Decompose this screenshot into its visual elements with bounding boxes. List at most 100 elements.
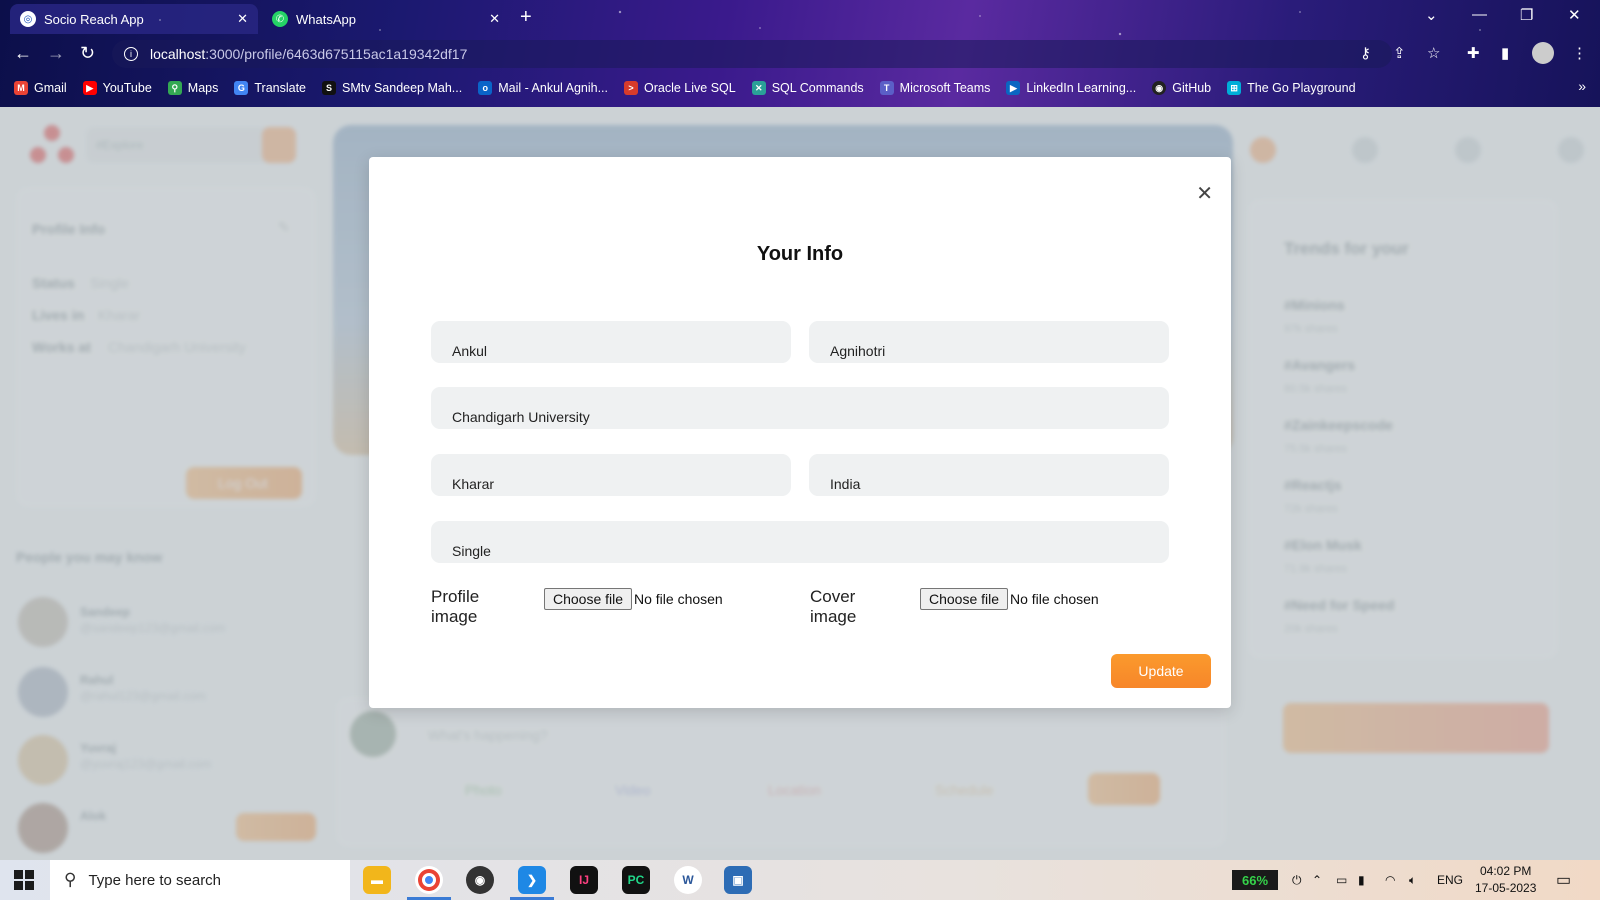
- tab-whatsapp[interactable]: ✆ WhatsApp ✕: [262, 4, 510, 34]
- bookmark-smtv[interactable]: S SMtv Sandeep Mah...: [322, 81, 462, 95]
- works-at-input[interactable]: [431, 387, 1169, 429]
- bookmark-label: YouTube: [102, 81, 152, 95]
- bookmark-oracle[interactable]: > Oracle Live SQL: [624, 81, 736, 95]
- search-icon: ⚲: [64, 870, 77, 889]
- translate-icon: G: [234, 81, 249, 95]
- clock-time: 04:02 PM: [1480, 864, 1532, 878]
- profile-image-label: Profile image: [431, 587, 480, 626]
- back-button[interactable]: ←: [14, 43, 32, 64]
- forward-button[interactable]: →: [47, 43, 65, 64]
- reload-button[interactable]: ↻: [80, 43, 95, 64]
- url-path: :3000/profile/6463d675115ac1a19342df17: [205, 46, 468, 62]
- globe-icon: ◎: [20, 11, 36, 27]
- browser-chrome: ◎ Socio Reach App ✕ ✆ WhatsApp ✕ + ⌄ — ❐…: [0, 0, 1600, 107]
- taskbar-search-box[interactable]: ⚲ Type here to search: [50, 860, 350, 900]
- bookmark-label: SMtv Sandeep Mah...: [342, 81, 463, 95]
- power-plug-icon: ⏻: [1292, 872, 1302, 887]
- chrome-icon[interactable]: [415, 866, 443, 894]
- virtualbox-icon[interactable]: ▣: [724, 866, 752, 894]
- tab-socio-reach[interactable]: ◎ Socio Reach App ✕: [10, 4, 258, 34]
- clock-date: 17-05-2023: [1475, 881, 1537, 895]
- notification-center-icon[interactable]: ▭: [1556, 860, 1571, 900]
- bookmark-gmail[interactable]: M Gmail: [14, 81, 67, 95]
- bookmark-sql[interactable]: ✕ SQL Commands: [751, 81, 864, 95]
- bookmark-youtube[interactable]: ▶ YouTube: [82, 81, 152, 95]
- more-bookmarks-icon[interactable]: »: [1578, 78, 1586, 94]
- bookmark-label: The Go Playground: [1247, 81, 1356, 95]
- wifi-icon[interactable]: ◠: [1385, 860, 1395, 900]
- sql-icon: ✕: [751, 81, 766, 95]
- word-icon[interactable]: W: [674, 866, 702, 894]
- youtube-icon: ▶: [82, 81, 97, 95]
- modal-title: Your Info: [756, 243, 844, 265]
- bookmark-label: Oracle Live SQL: [644, 81, 736, 95]
- bookmark-label: GitHub: [1172, 81, 1212, 95]
- profile-image-file-status: No file chosen: [634, 591, 723, 607]
- bookmark-teams[interactable]: T Microsoft Teams: [879, 81, 991, 95]
- password-key-icon[interactable]: ⚷: [1360, 44, 1371, 62]
- bookmark-mail[interactable]: o Mail - Ankul Agnih...: [478, 81, 608, 95]
- oracle-icon: >: [624, 81, 638, 95]
- minimize-button[interactable]: —: [1472, 6, 1487, 23]
- gmail-icon: M: [14, 81, 28, 95]
- profile-avatar-icon[interactable]: [1532, 42, 1554, 64]
- tab-strip: ◎ Socio Reach App ✕ ✆ WhatsApp ✕ + ⌄ — ❐…: [0, 0, 1600, 34]
- update-button[interactable]: Update: [1111, 654, 1211, 688]
- restore-button[interactable]: ❐: [1520, 6, 1533, 24]
- maps-icon: ⚲: [167, 81, 182, 95]
- tab-title: Socio Reach App: [44, 11, 144, 27]
- relationship-input[interactable]: [431, 521, 1169, 563]
- chevron-up-icon[interactable]: ⌃: [1312, 860, 1322, 900]
- bookmark-label: SQL Commands: [771, 81, 864, 95]
- tab-title: WhatsApp: [296, 11, 356, 27]
- your-info-modal: ✕ Your Info Profile image Choose file No…: [369, 157, 1231, 708]
- go-icon: ⊞: [1227, 81, 1242, 95]
- battery-indicator[interactable]: 66%: [1232, 870, 1278, 890]
- battery-icon[interactable]: ▮: [1358, 860, 1365, 900]
- bookmark-label: Maps: [187, 81, 219, 95]
- bookmark-translate[interactable]: G Translate: [234, 81, 306, 95]
- bookmark-label: Microsoft Teams: [899, 81, 991, 95]
- linkedin-icon: ▶: [1006, 81, 1021, 95]
- vscode-icon[interactable]: ❯: [518, 866, 546, 894]
- intellij-icon[interactable]: IJ: [570, 866, 598, 894]
- bookmark-maps[interactable]: ⚲ Maps: [167, 81, 219, 95]
- cover-image-file-status: No file chosen: [1010, 591, 1099, 607]
- close-window-button[interactable]: ✕: [1568, 6, 1581, 24]
- country-input[interactable]: [809, 454, 1169, 496]
- profile-image-choose-file-button[interactable]: Choose file: [544, 588, 633, 610]
- new-tab-button[interactable]: +: [520, 6, 532, 29]
- pycharm-icon[interactable]: PC: [622, 866, 650, 894]
- cover-image-label: Cover image: [810, 587, 857, 626]
- bookmark-linkedin[interactable]: ▶ LinkedIn Learning...: [1006, 81, 1136, 95]
- file-explorer-icon[interactable]: ▬: [363, 866, 391, 894]
- bookmark-star-icon[interactable]: ☆: [1427, 44, 1440, 62]
- extensions-icon[interactable]: ✚: [1467, 44, 1480, 62]
- close-tab-icon[interactable]: ✕: [237, 11, 248, 27]
- close-tab-icon[interactable]: ✕: [489, 11, 500, 27]
- device-icon[interactable]: ▭: [1336, 860, 1347, 900]
- bookmark-github[interactable]: ◉ GitHub: [1152, 81, 1211, 95]
- volume-icon[interactable]: 🔈︎: [1409, 860, 1416, 900]
- url-host: localhost: [150, 46, 206, 62]
- smtv-icon: S: [322, 81, 337, 95]
- media-player-icon[interactable]: ◉: [466, 866, 494, 894]
- first-name-input[interactable]: [431, 321, 791, 363]
- windows-start-icon[interactable]: [14, 870, 34, 890]
- address-bar[interactable]: i localhost:3000/profile/6463d675115ac1a…: [112, 40, 1392, 68]
- tab-search-icon[interactable]: ⌄: [1425, 6, 1438, 24]
- site-info-icon[interactable]: i: [124, 47, 138, 61]
- teams-icon: T: [879, 81, 894, 95]
- share-icon[interactable]: ⇪: [1393, 44, 1406, 62]
- side-panel-icon[interactable]: ▮: [1501, 44, 1509, 62]
- bookmark-label: Mail - Ankul Agnih...: [498, 81, 608, 95]
- language-indicator[interactable]: ENG: [1437, 860, 1463, 900]
- system-clock[interactable]: 04:02 PM 17-05-2023: [1475, 863, 1536, 897]
- taskbar-search-text: Type here to search: [88, 871, 222, 889]
- bookmark-go[interactable]: ⊞ The Go Playground: [1227, 81, 1356, 95]
- close-icon[interactable]: ✕: [1196, 181, 1213, 206]
- cover-image-choose-file-button[interactable]: Choose file: [920, 588, 1009, 610]
- lives-in-input[interactable]: [431, 454, 791, 496]
- last-name-input[interactable]: [809, 321, 1169, 363]
- more-menu-icon[interactable]: ⋮: [1572, 44, 1587, 62]
